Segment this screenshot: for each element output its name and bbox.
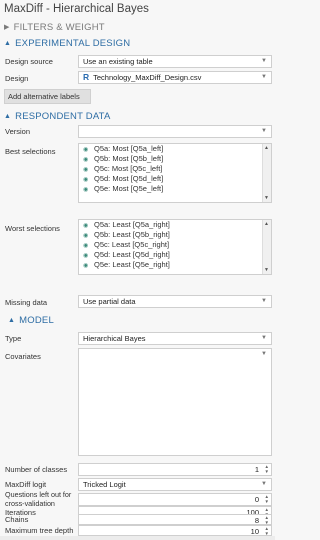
r-logo-icon: R xyxy=(83,72,90,82)
number-of-classes-label: Number of classes xyxy=(5,465,68,474)
maximum-tree-depth-label: Maximum tree depth xyxy=(5,526,74,535)
spinner-icon[interactable]: ▲▼ xyxy=(265,526,269,536)
number-of-classes-input[interactable]: 1 ▲ ▼ xyxy=(78,463,272,476)
variable-icon: ◉ xyxy=(83,187,89,193)
triangle-right-icon: ▶ xyxy=(4,24,10,31)
missing-data-label: Missing data xyxy=(5,298,48,307)
add-alternative-labels-button[interactable]: Add alternative labels xyxy=(4,89,91,104)
chevron-down-icon: ▼ xyxy=(261,335,267,341)
list-item[interactable]: ◉ Q5c: Most [Q5c_left] xyxy=(79,164,271,174)
section-model[interactable]: ▲ MODEL xyxy=(4,315,54,326)
scroll-up-icon[interactable]: ▲ xyxy=(264,145,269,151)
section-respondent-data[interactable]: ▲ RESPONDENT DATA xyxy=(4,111,111,122)
spinner-icon[interactable]: ▲▼ xyxy=(265,515,269,525)
worst-selections-label: Worst selections xyxy=(5,224,60,233)
covariates-list[interactable]: ▼ xyxy=(78,348,272,456)
design-label: Design xyxy=(5,74,29,83)
list-item[interactable]: ◉ Q5a: Least [Q5a_right] xyxy=(79,220,271,230)
list-item[interactable]: ◉ Q5b: Most [Q5b_left] xyxy=(79,154,271,164)
type-select[interactable]: Hierarchical Bayes ▼ xyxy=(78,332,272,345)
page-title: MaxDiff - Hierarchical Bayes xyxy=(4,3,149,15)
scrollbar[interactable]: ▲ ▼ xyxy=(262,220,271,274)
maximum-tree-depth-input[interactable]: 10 ▲ ▼ xyxy=(78,525,272,536)
version-label: Version xyxy=(5,127,31,136)
section-experimental-design[interactable]: ▲ EXPERIMENTAL DESIGN xyxy=(4,38,130,49)
chevron-down-icon: ▼ xyxy=(261,351,267,357)
scrollbar[interactable]: ▲ ▼ xyxy=(262,144,271,202)
chevron-down-icon: ▼ xyxy=(261,74,267,80)
scroll-down-icon[interactable]: ▼ xyxy=(264,195,269,201)
best-selections-list[interactable]: ◉ Q5a: Most [Q5a_left] ◉ Q5b: Most [Q5b_le… xyxy=(78,143,272,203)
chevron-down-icon: ▼ xyxy=(261,128,267,134)
triangle-down-icon: ▲ xyxy=(8,317,16,324)
design-select[interactable]: R Technology_MaxDiff_Design.csv ▼ xyxy=(78,71,272,84)
chevron-down-icon: ▼ xyxy=(261,298,267,304)
questions-left-out-input[interactable]: 0 ▲ ▼ xyxy=(78,493,272,506)
list-item[interactable]: ◉ Q5e: Least [Q5e_right] xyxy=(79,260,271,270)
list-item[interactable]: ◉ Q5d: Least [Q5d_right] xyxy=(79,250,271,260)
section-filters-weight[interactable]: ▶ FILTERS & WEIGHT xyxy=(4,22,105,33)
scroll-up-icon[interactable]: ▲ xyxy=(264,221,269,227)
best-selections-label: Best selections xyxy=(5,147,56,156)
questions-left-out-label: Questions left out for cross-validation xyxy=(5,490,72,508)
triangle-down-icon: ▲ xyxy=(4,113,12,120)
scroll-down-icon[interactable]: ▼ xyxy=(264,267,269,273)
list-item[interactable]: ◉ Q5c: Least [Q5c_right] xyxy=(79,240,271,250)
variable-icon: ◉ xyxy=(83,263,89,269)
chevron-down-icon: ▼ xyxy=(261,58,267,64)
maxdiff-logit-label: MaxDiff logit xyxy=(5,480,47,489)
chains-label: Chains xyxy=(5,515,29,524)
missing-data-select[interactable]: Use partial data ▼ xyxy=(78,295,272,308)
list-item[interactable]: ◉ Q5d: Most [Q5d_left] xyxy=(79,174,271,184)
list-item[interactable]: ◉ Q5e: Most [Q5e_left] xyxy=(79,184,271,194)
list-item[interactable]: ◉ Q5a: Most [Q5a_left] xyxy=(79,144,271,154)
bottom-edge xyxy=(0,536,275,540)
maxdiff-logit-select[interactable]: Tricked Logit ▼ xyxy=(78,478,272,491)
triangle-down-icon: ▲ xyxy=(4,40,12,47)
spinner-icon[interactable]: ▲▼ xyxy=(265,464,269,474)
chevron-down-icon: ▼ xyxy=(261,481,267,487)
worst-selections-list[interactable]: ◉ Q5a: Least [Q5a_right] ◉ Q5b: Least [Q5b… xyxy=(78,219,272,275)
spinner-icon[interactable]: ▲▼ xyxy=(265,494,269,504)
chains-input[interactable]: 8 ▲ ▼ xyxy=(78,514,272,525)
design-source-label: Design source xyxy=(5,57,53,66)
version-select[interactable]: ▼ xyxy=(78,125,272,138)
list-item[interactable]: ◉ Q5b: Least [Q5b_right] xyxy=(79,230,271,240)
type-label: Type xyxy=(5,334,22,343)
design-source-select[interactable]: Use an existing table ▼ xyxy=(78,55,272,68)
covariates-label: Covariates xyxy=(5,352,41,361)
